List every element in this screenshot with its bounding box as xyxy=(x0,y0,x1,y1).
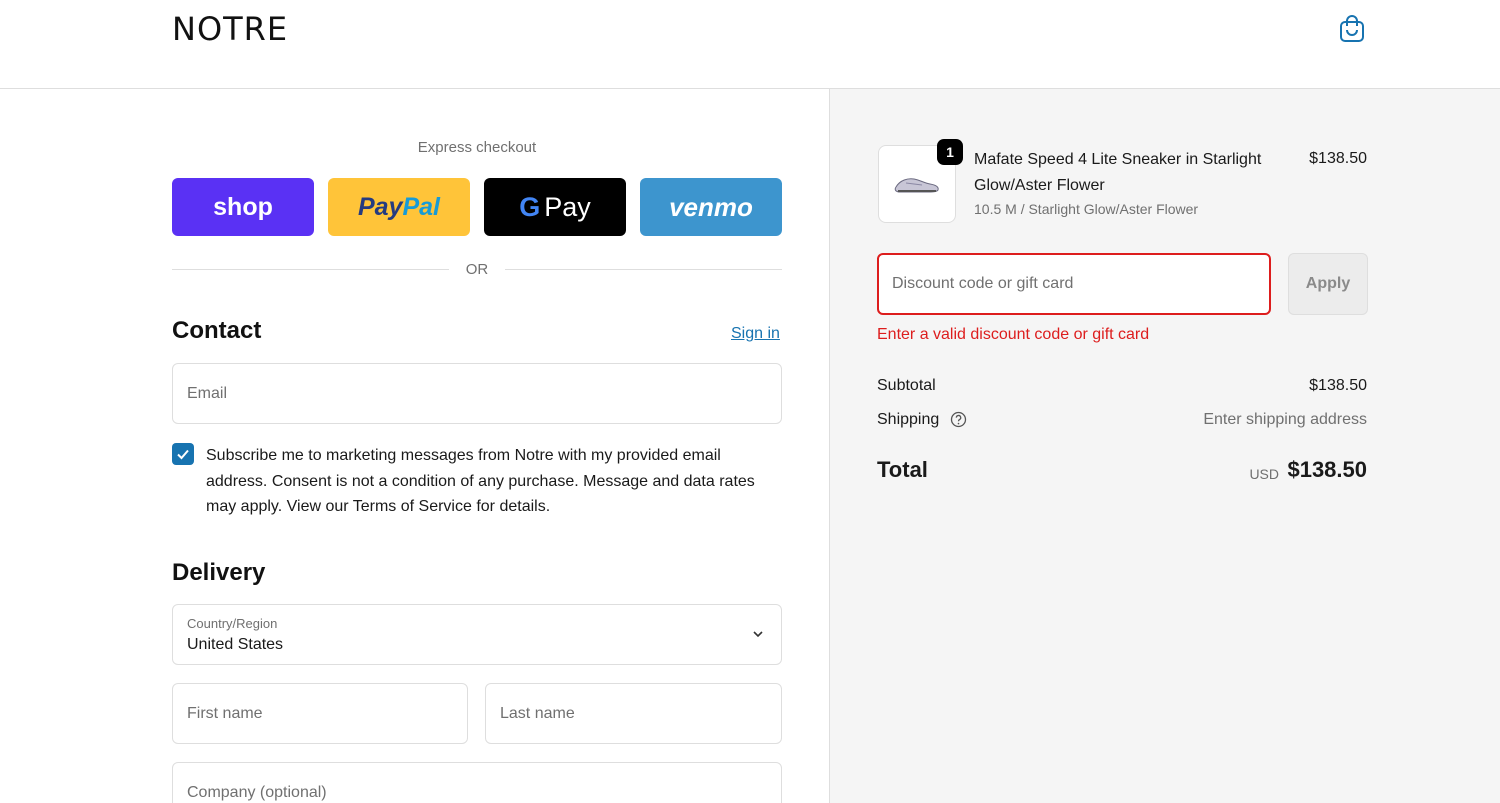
first-name-field[interactable] xyxy=(172,683,468,744)
question-circle-icon[interactable] xyxy=(950,411,967,428)
sign-in-link[interactable]: Sign in xyxy=(731,325,780,343)
google-pay-button[interactable]: G Pay xyxy=(484,178,626,236)
venmo-label: venmo xyxy=(669,191,753,222)
order-summary-panel: 1 Mafate Speed 4 Lite Sneaker in Starlig… xyxy=(829,89,1500,803)
total-value: $138.50 xyxy=(1287,457,1367,482)
divider-line-right xyxy=(505,269,782,270)
apply-button[interactable]: Apply xyxy=(1288,253,1368,315)
currency-code: USD xyxy=(1249,466,1279,482)
quantity-badge: 1 xyxy=(937,139,963,165)
shop-pay-button[interactable]: shop xyxy=(172,178,314,236)
delivery-title: Delivery xyxy=(172,559,266,586)
discount-field[interactable] xyxy=(877,253,1271,315)
country-label: Country/Region xyxy=(187,616,278,631)
country-value: United States xyxy=(187,636,284,653)
check-icon xyxy=(177,449,189,460)
email-field[interactable] xyxy=(172,363,782,424)
company-field[interactable] xyxy=(172,762,782,803)
product-price: $138.50 xyxy=(1309,150,1367,167)
product-name: Mafate Speed 4 Lite Sneaker in Starlight… xyxy=(974,151,1262,194)
last-name-field[interactable] xyxy=(485,683,782,744)
chevron-down-icon xyxy=(753,631,763,638)
country-select[interactable]: Country/Region United States xyxy=(172,604,782,665)
paypal-label-pal: Pal xyxy=(402,192,440,221)
discount-input[interactable] xyxy=(879,255,1269,313)
email-input[interactable] xyxy=(173,364,781,423)
express-checkout-label: Express checkout xyxy=(417,139,537,156)
paypal-button[interactable]: Pay Pal xyxy=(328,178,470,236)
paypal-label-pay: Pay xyxy=(357,192,403,221)
marketing-consent-text: Subscribe me to marketing messages from … xyxy=(206,447,755,515)
google-pay-label: Pay xyxy=(544,191,591,222)
shop-pay-label: shop xyxy=(213,192,273,221)
last-name-input[interactable] xyxy=(486,684,781,743)
shopping-bag-icon[interactable] xyxy=(1339,15,1365,43)
subtotal-value: $138.50 xyxy=(1309,377,1367,394)
contact-title: Contact xyxy=(172,317,262,344)
or-divider: OR xyxy=(172,259,782,281)
marketing-consent-checkbox[interactable] xyxy=(172,443,194,465)
subtotal-label: Subtotal xyxy=(877,377,936,394)
checkout-form-panel: Express checkout shop Pay Pal G Pay venmo… xyxy=(0,89,830,803)
first-name-input[interactable] xyxy=(173,684,467,743)
google-g-icon: G xyxy=(519,191,541,222)
store-logo[interactable]: NOTRE xyxy=(172,10,288,48)
venmo-button[interactable]: venmo xyxy=(640,178,782,236)
sneaker-image xyxy=(894,178,939,193)
total-label: Total xyxy=(877,457,928,482)
discount-error-message: Enter a valid discount code or gift card xyxy=(877,326,1150,343)
product-variant: 10.5 M / Starlight Glow/Aster Flower xyxy=(974,201,1199,217)
shipping-value: Enter shipping address xyxy=(1203,411,1367,428)
company-input[interactable] xyxy=(173,763,781,803)
shipping-label: Shipping xyxy=(877,411,940,428)
header: NOTRE xyxy=(0,0,1500,89)
